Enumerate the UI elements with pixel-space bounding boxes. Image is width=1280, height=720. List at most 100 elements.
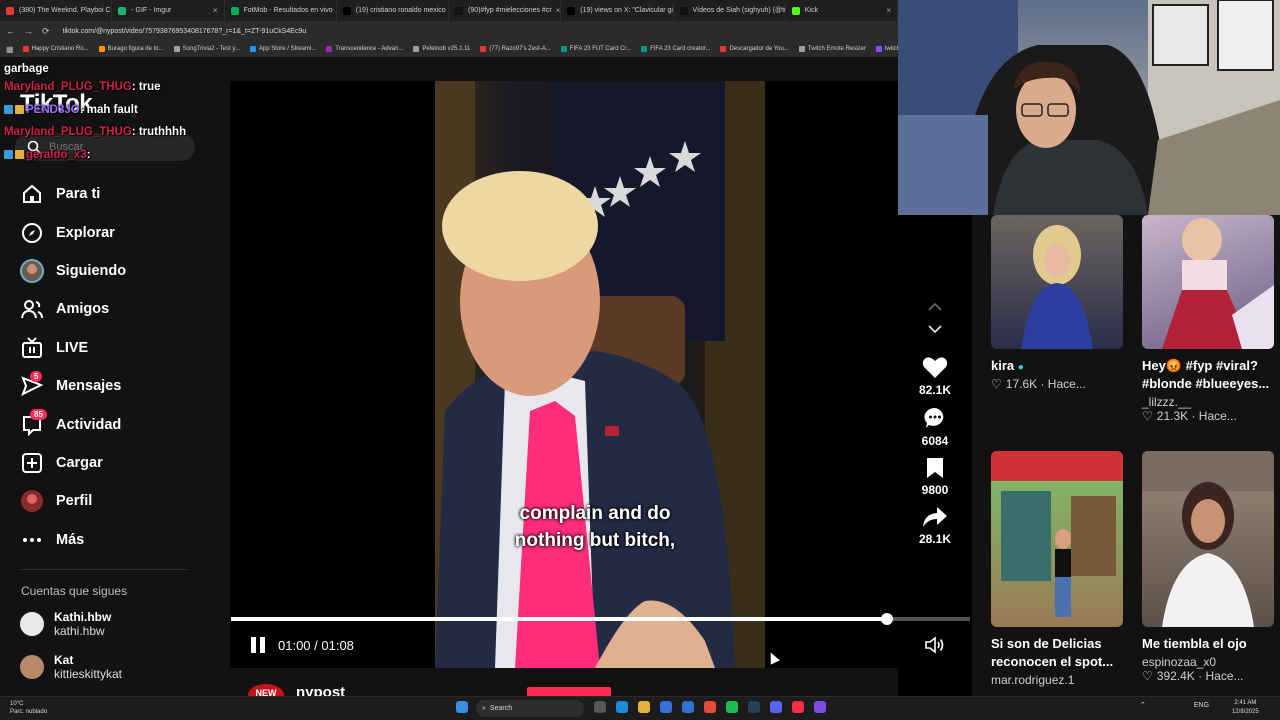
- bookmark-item[interactable]: (77) Razo97's Zest-A...: [480, 46, 551, 52]
- stream-chat-overlay: garbage Maryland_PLUG_THUG : true PEND3JO …: [4, 61, 186, 166]
- video-card[interactable]: Si son de Delicias reconocen el spot... …: [991, 451, 1123, 687]
- browser-tab[interactable]: (19) cristiano ronaldo mexico×: [337, 0, 449, 21]
- bookmark-item[interactable]: twitch em: [875, 46, 898, 52]
- bookmark-item[interactable]: Transcendence - Advan...: [326, 46, 403, 52]
- taskbar-search[interactable]: ⌕ Search: [476, 700, 584, 717]
- bookmark-item[interactable]: Descargador de You...: [720, 46, 789, 52]
- bookmarks-bar: ▦ Happy Cristiano Ro... Burago figura de t…: [0, 41, 898, 57]
- close-icon[interactable]: ×: [552, 6, 561, 15]
- forward-icon[interactable]: →: [24, 26, 33, 36]
- reload-icon[interactable]: ⟳: [42, 26, 50, 37]
- taskbar-clock[interactable]: 2:41 AM 12/8/2025: [1232, 699, 1259, 717]
- chevron-up-icon[interactable]: ⌃: [1140, 701, 1146, 709]
- tab-favicon: [230, 6, 239, 15]
- windows-start-icon[interactable]: [456, 701, 468, 713]
- video-card[interactable]: Me tiembla el ojo espinozaa_x0 ♡ 392.4K ·…: [1142, 451, 1274, 683]
- sidebar-item-label: Mensajes: [56, 378, 122, 395]
- close-icon[interactable]: ×: [882, 6, 891, 15]
- avatar: [20, 612, 44, 636]
- video-card[interactable]: Hey😡 #fyp #viral? #blonde #blueeyes... _…: [1142, 215, 1274, 423]
- video-thumbnail[interactable]: [1142, 451, 1274, 627]
- like-button[interactable]: 82.1K: [905, 356, 965, 397]
- heart-outline-icon: ♡: [1142, 669, 1153, 683]
- video-frame[interactable]: [435, 81, 765, 668]
- bookmark-favicon: [641, 46, 648, 52]
- close-icon[interactable]: ×: [209, 6, 218, 15]
- video-title: Me tiembla el ojo: [1142, 636, 1247, 651]
- bookmark-item[interactable]: SongTrivia2 - Test y...: [173, 46, 240, 52]
- pause-icon[interactable]: [250, 636, 266, 654]
- video-card[interactable]: kira ● ♡ 17.6K · Hace...: [991, 215, 1123, 391]
- bookmark-item[interactable]: App Store / Streami...: [249, 46, 316, 52]
- sidebar-item-explorar[interactable]: Explorar: [20, 213, 126, 251]
- save-button[interactable]: 9800: [905, 457, 965, 497]
- upload-icon: [20, 452, 44, 474]
- browser-tab[interactable]: (380) The Weeknd, Playboi Ca×: [0, 0, 113, 21]
- store-icon[interactable]: [660, 701, 672, 713]
- browser-tab[interactable]: Kick ×: [786, 0, 898, 21]
- following-account[interactable]: Kat kittieskittykat: [20, 653, 122, 681]
- share-button[interactable]: 28.1K: [905, 506, 965, 546]
- bookmark-item[interactable]: FIFA 23 FUT Card Cr...: [560, 46, 631, 52]
- apps-icon[interactable]: ▦: [6, 45, 14, 54]
- sidebar-item-live[interactable]: LIVE: [20, 329, 126, 367]
- tab-label: (380) The Weeknd, Playboi Ca: [19, 7, 113, 14]
- bookmark-label: Happy Cristiano Ro...: [31, 46, 89, 52]
- up-arrow-button[interactable]: [905, 302, 965, 311]
- browser-tab[interactable]: FotMob - Resultados en vivo×: [225, 0, 337, 21]
- weather-widget[interactable]: 10°C Parc. nublado: [10, 700, 47, 716]
- volume-icon[interactable]: [924, 636, 946, 659]
- bookmark-item[interactable]: Burago figura de to...: [98, 46, 164, 52]
- files-icon[interactable]: [638, 701, 650, 713]
- bookmark-item[interactable]: FIFA 23 Card creator...: [641, 46, 710, 52]
- url-field[interactable]: tiktok.com/@nypost/video/757938769534081…: [63, 28, 307, 35]
- tab-label: (90)#fyp #mielecciones #cr: [468, 7, 552, 14]
- down-arrow-button[interactable]: [905, 325, 965, 334]
- sidebar-item-siguiendo[interactable]: Siguiendo: [20, 252, 126, 290]
- edge-icon[interactable]: [616, 701, 628, 713]
- app-icon[interactable]: [814, 701, 826, 713]
- sidebar-item-label: Explorar: [56, 224, 115, 241]
- author-name[interactable]: nypost: [296, 684, 345, 696]
- chat-message: : truthhhh: [131, 126, 187, 139]
- video-progress-bar[interactable]: [231, 613, 970, 625]
- bookmark-item[interactable]: Happy Cristiano Ro...: [22, 46, 89, 52]
- bookmark-item[interactable]: Peletoob v25.1.11: [413, 46, 470, 52]
- video-title: Hey😡 #fyp #viral? #blonde #blueeyes...: [1142, 358, 1270, 391]
- mail-icon[interactable]: [682, 701, 694, 713]
- sidebar-item-cargar[interactable]: Cargar: [20, 444, 126, 482]
- webcam-overlay: [898, 0, 1280, 215]
- lang-indicator[interactable]: ENG: [1194, 702, 1209, 709]
- sidebar-item-para-ti[interactable]: Para ti: [20, 175, 126, 213]
- video-thumbnail[interactable]: [991, 451, 1123, 627]
- chrome-icon[interactable]: [704, 701, 716, 713]
- chat-line: Maryland_PLUG_THUG : truthhhh: [4, 121, 186, 144]
- back-icon[interactable]: ←: [6, 26, 15, 36]
- bookmark-label: Peletoob v25.1.11: [422, 46, 471, 52]
- comment-button[interactable]: 6084: [905, 406, 965, 448]
- bookmark-label: twitch em: [884, 46, 898, 52]
- browser-tab[interactable]: - GIF - Imgur ×: [112, 0, 225, 21]
- steam-icon[interactable]: [748, 701, 760, 713]
- friends-icon: [20, 298, 44, 320]
- sidebar-item-mensajes[interactable]: Mensajes 5: [20, 367, 126, 405]
- sidebar-item-amigos[interactable]: Amigos: [20, 290, 126, 328]
- video-thumbnail[interactable]: [1142, 215, 1274, 349]
- chat-username: garbage: [4, 62, 49, 75]
- browser-tab[interactable]: (19) views on X: "Clavicular gi×: [561, 0, 674, 21]
- sidebar-item-actividad[interactable]: Actividad 85: [20, 405, 126, 443]
- spotify-icon[interactable]: [726, 701, 738, 713]
- follow-button[interactable]: [527, 687, 611, 696]
- browser-tab[interactable]: (90)#fyp #mielecciones #cr ×: [449, 0, 562, 21]
- music-icon[interactable]: [792, 701, 804, 713]
- bookmark-item[interactable]: Twitch Emote Resizer: [798, 46, 866, 52]
- task-view-icon[interactable]: [594, 701, 606, 713]
- following-account[interactable]: Kathi.hbw kathi.hbw: [20, 610, 111, 638]
- account-name: Kathi.hbw: [54, 610, 112, 624]
- discord-icon[interactable]: [770, 701, 782, 713]
- bookmark-favicon: [413, 46, 420, 52]
- browser-tab[interactable]: Vídeos de Siah (sighyuh) (@ti×: [674, 0, 786, 21]
- tab-favicon: [6, 6, 14, 15]
- comment-icon: [924, 407, 944, 428]
- video-thumbnail[interactable]: [991, 215, 1123, 349]
